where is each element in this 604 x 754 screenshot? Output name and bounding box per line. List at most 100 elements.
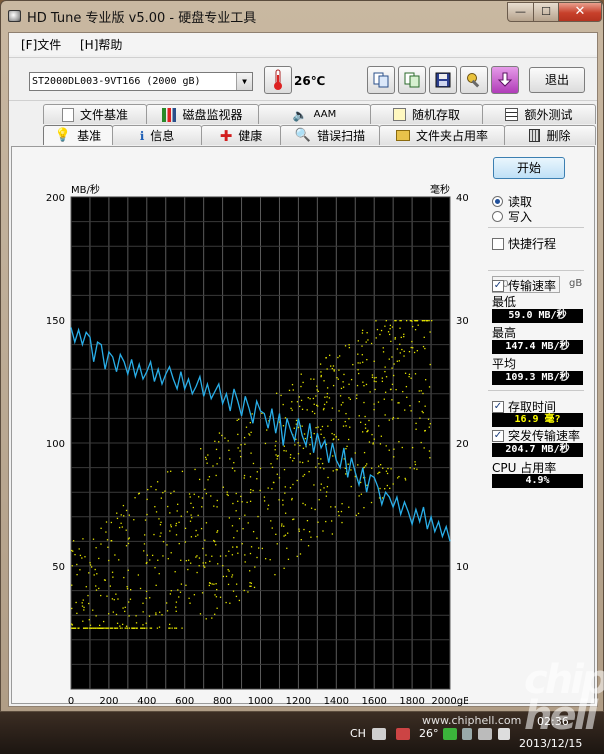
y-tick-label-right: 10 (456, 562, 468, 573)
tab-aam[interactable]: 🔈 AAM (258, 104, 371, 124)
access-time-point (429, 363, 431, 366)
hd-tune-tray-icon[interactable] (396, 728, 410, 740)
access-time-point (423, 336, 425, 338)
thermometer-button[interactable] (264, 66, 292, 94)
tab-health[interactable]: ✚ 健康 (201, 125, 281, 145)
access-time-point (355, 514, 358, 516)
input-language[interactable]: CH (350, 727, 366, 740)
access-time-point (411, 446, 414, 449)
close-button[interactable]: ✕ (558, 2, 602, 22)
tab-random-access[interactable]: 随机存取 (370, 104, 483, 124)
access-time-point (178, 542, 180, 545)
tab-error-scan[interactable]: 🔍 错误扫描 (280, 125, 380, 145)
access-time-point (142, 624, 144, 626)
access-time-point (143, 550, 145, 552)
access-time-checkbox[interactable]: ✓ (492, 400, 504, 413)
volume-icon[interactable] (498, 728, 510, 740)
access-time-point (146, 627, 148, 629)
access-time-point (384, 325, 386, 327)
burst-rate-checkbox[interactable]: ✓ (492, 429, 504, 442)
access-time-point (349, 398, 352, 401)
access-time-point (394, 320, 396, 322)
access-time-point (361, 431, 364, 433)
access-time-point (323, 468, 325, 470)
access-time-point (348, 383, 350, 385)
access-time-point (278, 477, 281, 479)
save-button[interactable] (429, 66, 457, 94)
access-time-point (256, 556, 258, 559)
access-time-point (396, 360, 398, 362)
radio-write[interactable] (492, 211, 503, 222)
tab-benchmark[interactable]: 💡 基准 (43, 125, 113, 145)
drive-select[interactable]: ST2000DL003-9VT166 (2000 gB) ▼ (29, 72, 253, 91)
maximize-button[interactable]: ☐ (533, 2, 559, 22)
tab-extra-tests[interactable]: 额外测试 (482, 104, 596, 124)
tab-label: 健康 (238, 129, 263, 143)
copy-text-button[interactable] (367, 66, 395, 94)
radio-read[interactable] (492, 196, 503, 207)
access-time-point (423, 447, 425, 449)
menu-help[interactable]: [H]帮助 (80, 36, 122, 53)
access-time-point (190, 536, 193, 538)
short-stroke-checkbox[interactable] (492, 237, 504, 250)
access-time-point (418, 401, 420, 403)
access-time-point (244, 443, 246, 445)
access-time-point (189, 602, 191, 604)
access-time-point (391, 367, 393, 369)
access-time-point (120, 522, 122, 524)
access-time-point (289, 454, 292, 456)
y-tick-label-left: 200 (46, 193, 65, 204)
exit-button[interactable]: 退出 (529, 67, 585, 93)
transfer-rate-checkbox[interactable]: ✓ (492, 279, 504, 292)
access-time-point (336, 376, 338, 379)
tray-temperature: 26° (419, 727, 439, 740)
access-time-point (184, 527, 187, 529)
transfer-rate-option[interactable]: ✓ 传输速率 (492, 277, 556, 294)
access-time-point (88, 602, 90, 605)
access-time-point (304, 437, 307, 440)
access-time-point (414, 373, 417, 375)
tab-erase[interactable]: 删除 (504, 125, 596, 145)
menu-file[interactable]: [F]文件 (21, 36, 61, 53)
access-time-point (221, 434, 223, 437)
access-time-point (378, 425, 380, 427)
access-time-point (412, 347, 414, 349)
access-time-point (309, 398, 311, 400)
keyboard-icon[interactable] (372, 728, 386, 740)
tab-folder-usage[interactable]: 文件夹占用率 (379, 125, 505, 145)
options-button[interactable] (460, 66, 488, 94)
access-time-point (411, 340, 413, 343)
title-bar[interactable]: HD Tune 专业版 v5.00 - 硬盘专业工具 — ☐ ✕ (1, 1, 603, 31)
chevron-down-icon[interactable]: ▼ (236, 73, 252, 90)
network-icon[interactable] (478, 728, 492, 740)
tab-file-benchmark[interactable]: 文件基准 (43, 104, 147, 124)
download-button[interactable] (491, 66, 519, 94)
tab-info[interactable]: ℹ 信息 (112, 125, 202, 145)
access-time-point (162, 555, 164, 557)
access-time-point (263, 500, 266, 502)
start-button[interactable]: 开始 (493, 157, 565, 179)
copy-screenshot-button[interactable] (398, 66, 426, 94)
access-time-point (300, 373, 302, 375)
access-time-point (227, 583, 230, 586)
flag-icon[interactable] (462, 728, 472, 740)
check-icon[interactable] (443, 728, 457, 740)
access-time-point (310, 536, 312, 538)
tab-disk-monitor[interactable]: 磁盘监视器 (146, 104, 259, 124)
access-time-point (226, 491, 228, 493)
minimize-button[interactable]: — (507, 2, 534, 22)
short-stroke-option[interactable]: 快捷行程 (492, 235, 556, 252)
write-option[interactable]: 写入 (492, 208, 532, 225)
divider (488, 227, 584, 228)
access-time-point (424, 379, 427, 381)
access-time-point (392, 374, 395, 377)
access-time-point (410, 377, 412, 379)
client-area: [F]文件 [H]帮助 ST2000DL003-9VT166 (2000 gB)… (8, 32, 598, 707)
burst-rate-option[interactable]: ✓ 突发传输速率 (492, 427, 580, 444)
tab-label: 错误扫描 (317, 129, 366, 143)
access-time-point (331, 533, 334, 535)
access-time-point (90, 627, 93, 629)
access-time-point (332, 438, 334, 441)
access-time-point (282, 499, 284, 501)
access-time-point (243, 477, 245, 479)
